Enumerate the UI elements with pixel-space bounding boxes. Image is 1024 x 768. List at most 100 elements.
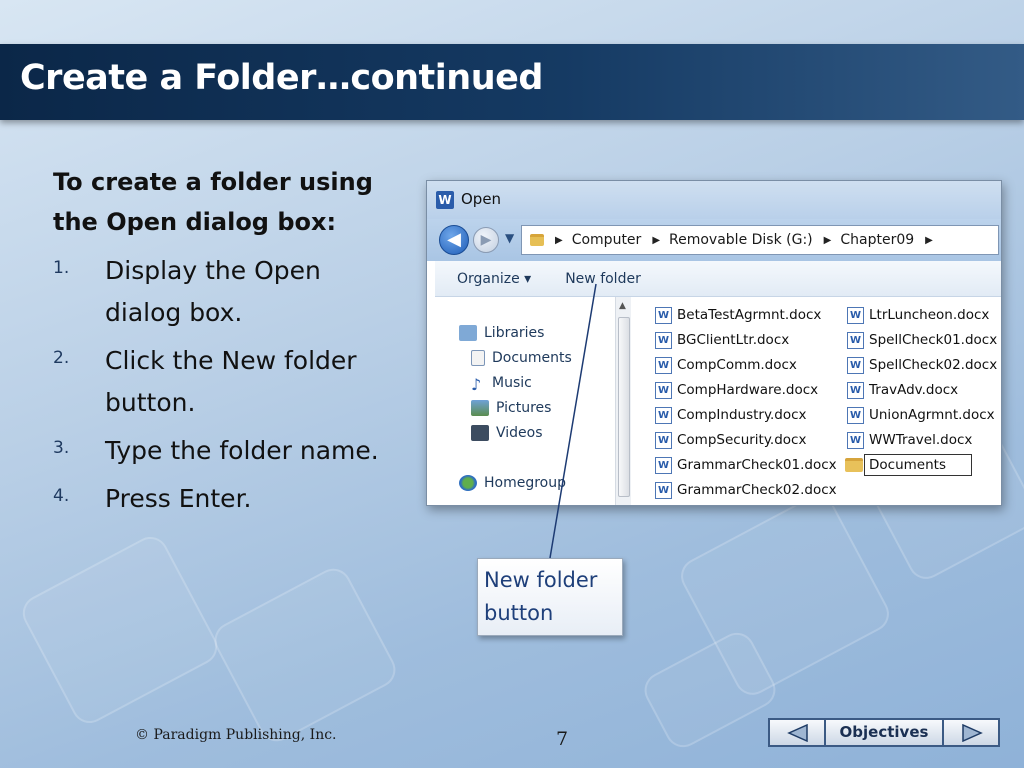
file-item[interactable]: W CompSecurity.docx [655,430,806,450]
nav-item-pictures[interactable]: Pictures [471,400,551,416]
libraries-icon [459,325,477,341]
file-item[interactable]: W GrammarCheck02.docx [655,480,837,500]
chevron-right-icon[interactable]: ▶ [824,235,832,246]
file-name: TravAdv.docx [869,382,959,398]
file-name: UnionAgrmnt.docx [869,407,995,423]
nav-item-documents[interactable]: Documents [471,350,572,366]
nav-item-libraries[interactable]: Libraries [459,325,544,341]
file-item[interactable]: W WWTravel.docx [847,430,972,450]
word-doc-icon: W [655,456,672,474]
chevron-right-icon[interactable]: ▶ [555,235,563,246]
nav-item-homegroup[interactable]: Homegroup [459,475,566,491]
step-item: 1. Display the Open dialog box. [53,250,413,334]
word-doc-icon: W [655,481,672,499]
file-name: WWTravel.docx [869,432,973,448]
videos-icon [471,425,489,441]
step-item: 4. Press Enter. [53,478,413,520]
word-doc-icon: W [847,306,864,324]
nav-item-videos[interactable]: Videos [471,425,543,441]
homegroup-icon [459,475,477,491]
word-doc-icon: W [655,306,672,324]
file-item[interactable]: W CompComm.docx [655,355,797,375]
folder-icon [530,234,544,246]
nav-label: Pictures [496,400,552,416]
word-doc-icon: W [655,331,672,349]
forward-button[interactable]: ▶ [473,227,499,253]
file-item[interactable]: W LtrLuncheon.docx [847,305,989,325]
breadcrumb-chapter09[interactable]: Chapter09 [840,232,914,248]
slide-title: Create a Folder…continued [20,58,543,98]
folder-name-input[interactable]: Documents [864,454,972,476]
nav-label: Libraries [484,325,545,341]
file-item[interactable]: W TravAdv.docx [847,380,958,400]
previous-slide-button[interactable] [768,718,826,747]
file-item[interactable]: W BetaTestAgrmnt.docx [655,305,821,325]
file-name: BGClientLtr.docx [677,332,790,348]
file-item[interactable]: W GrammarCheck01.docx [655,455,837,475]
history-dropdown-icon[interactable]: ▼ [505,231,514,245]
breadcrumb-removable-disk[interactable]: Removable Disk (G:) [669,232,813,248]
word-doc-icon: W [847,406,864,424]
new-folder-button[interactable]: New folder [565,271,641,287]
instructions: To create a folder using the Open dialog… [53,162,413,526]
steps-list: 1. Display the Open dialog box. 2. Click… [53,250,413,520]
callout-box: New folder button [477,558,623,636]
nav-item-music[interactable]: ♪ Music [471,375,532,394]
file-item[interactable]: W CompHardware.docx [655,380,818,400]
music-icon: ♪ [471,375,482,394]
dialog-nav-row: ◀ ▶ ▼ ▶ Computer ▶ Removable Disk (G:) ▶… [427,219,1001,261]
step-number: 1. [53,258,70,278]
file-item[interactable]: W UnionAgrmnt.docx [847,405,995,425]
pictures-icon [471,400,489,416]
file-name: BetaTestAgrmnt.docx [677,307,822,323]
file-name: GrammarCheck01.docx [677,457,837,473]
scroll-thumb[interactable] [618,317,630,497]
step-number: 4. [53,486,70,506]
file-name: CompSecurity.docx [677,432,807,448]
word-icon: W [436,191,454,209]
nav-label: Music [492,375,532,391]
folder-icon [845,458,863,472]
word-doc-icon: W [655,406,672,424]
scroll-up-icon[interactable]: ▲ [619,301,626,311]
nav-scrollbar[interactable]: ▲ [615,297,631,505]
next-slide-button[interactable] [942,718,1000,747]
file-name: SpellCheck02.docx [869,357,998,373]
file-item[interactable]: W SpellCheck01.docx [847,330,997,350]
file-name: CompComm.docx [677,357,797,373]
file-item[interactable]: W SpellCheck02.docx [847,355,997,375]
word-doc-icon: W [655,381,672,399]
breadcrumb-computer[interactable]: Computer [572,232,642,248]
organize-button[interactable]: Organize ▾ [457,271,531,287]
nav-label: Homegroup [484,475,567,491]
step-number: 3. [53,438,70,458]
step-text: Press Enter. [105,484,252,513]
word-doc-icon: W [847,356,864,374]
word-doc-icon: W [655,356,672,374]
back-button[interactable]: ◀ [439,225,469,255]
address-bar[interactable]: ▶ Computer ▶ Removable Disk (G:) ▶ Chapt… [521,225,999,255]
file-name: LtrLuncheon.docx [869,307,990,323]
dialog-title-bar: W Open [427,181,1001,219]
step-text: Click the New folder button. [105,346,357,417]
chevron-right-icon[interactable]: ▶ [652,235,660,246]
file-item[interactable]: W BGClientLtr.docx [655,330,789,350]
step-item: 3. Type the folder name. [53,430,413,472]
word-doc-icon: W [847,431,864,449]
open-dialog-screenshot: W Open ◀ ▶ ▼ ▶ Computer ▶ Removable Disk… [426,180,1002,506]
nav-label: Videos [496,425,543,441]
step-number: 2. [53,348,70,368]
arrow-left-icon [787,724,808,742]
slide-nav: Objectives [768,718,1000,747]
chevron-right-icon[interactable]: ▶ [925,235,933,246]
intro-text: To create a folder using the Open dialog… [53,168,373,236]
step-item: 2. Click the New folder button. [53,340,413,424]
file-name: CompIndustry.docx [677,407,807,423]
objectives-button[interactable]: Objectives [826,718,942,747]
file-name: CompHardware.docx [677,382,819,398]
dialog-title: Open [461,190,502,208]
word-doc-icon: W [847,331,864,349]
file-item[interactable]: W CompIndustry.docx [655,405,807,425]
step-text: Display the Open dialog box. [105,256,321,327]
file-name: SpellCheck01.docx [869,332,998,348]
